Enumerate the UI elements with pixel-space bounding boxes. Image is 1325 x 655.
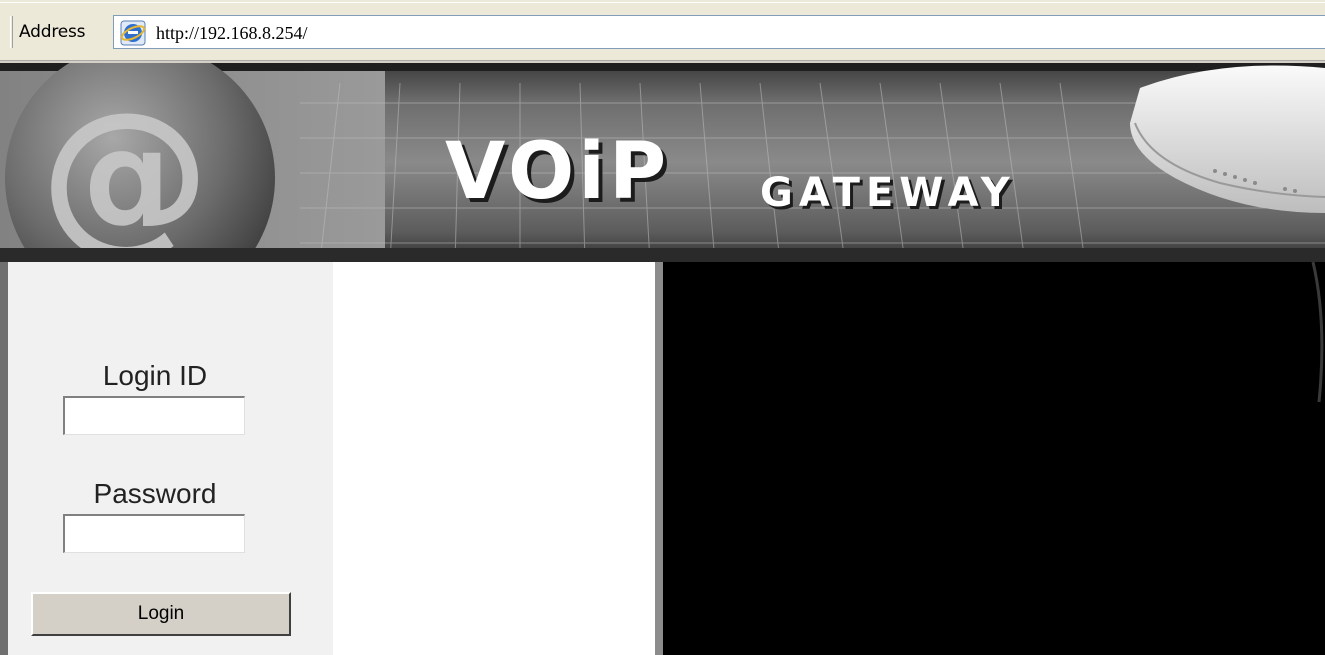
ie-page-icon [120,20,146,46]
login-button[interactable]: Login [31,592,291,636]
password-input[interactable] [63,514,245,553]
main-content-frame [663,261,1325,655]
header-banner: @ VOiP GATEWAY [0,63,1325,262]
address-url: http://192.168.8.254/ [156,23,308,43]
login-id-label: Login ID [102,360,208,391]
address-toolbar: Address http://192.168.8.254/ [0,0,1325,63]
address-field[interactable]: http://192.168.8.254/ [113,15,1325,49]
toolbar-grip-handle[interactable] [10,16,13,48]
banner-subtitle: GATEWAY [760,170,1016,216]
toolbar-top-edge [0,0,1325,3]
svg-text:@: @ [40,76,210,262]
device-shadow-graphic [1311,261,1324,403]
banner-title: VOiP [445,127,671,217]
address-label: Address [19,22,86,42]
password-label: Password [93,478,217,509]
login-id-input[interactable] [63,396,245,435]
frame-divider [655,262,663,655]
content-frame-blank [333,262,655,655]
sidebar-frame-edge [0,262,8,655]
